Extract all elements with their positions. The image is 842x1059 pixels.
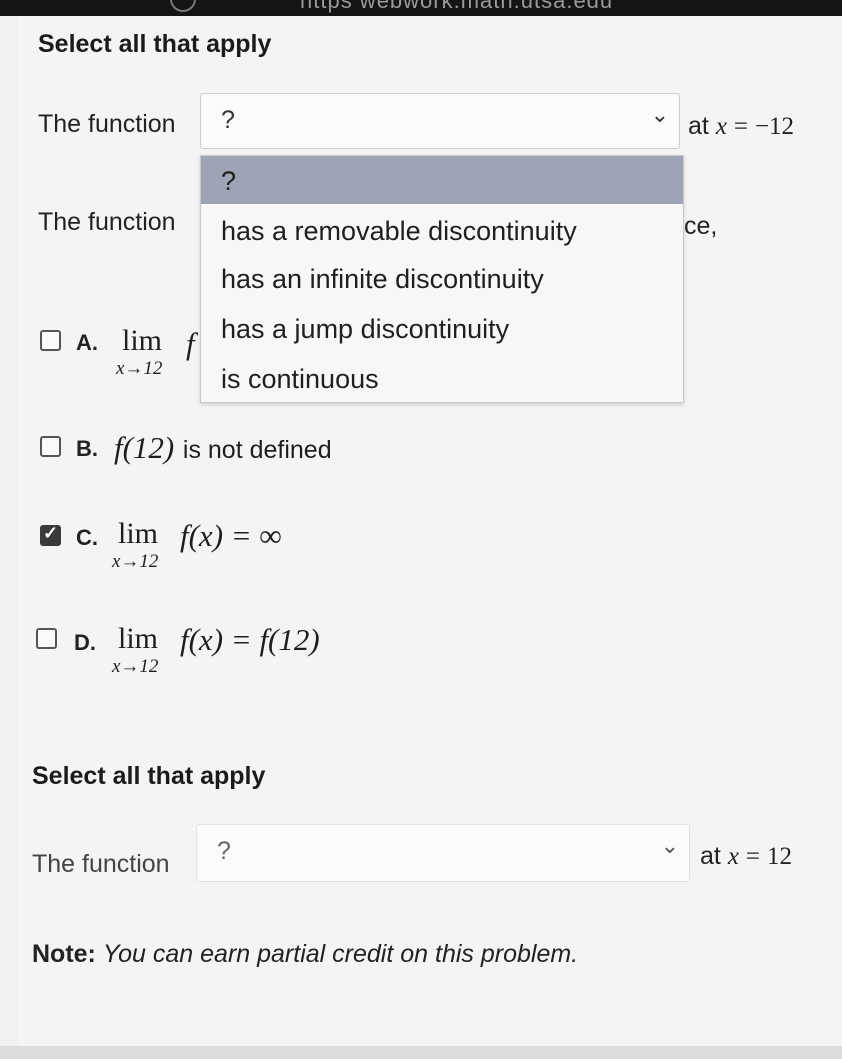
dropdown-option-label: has an infinite discontinuity bbox=[221, 264, 544, 294]
note: Note: You can earn partial credit on thi… bbox=[32, 940, 578, 969]
dropdown-option-continuous[interactable]: is continuous bbox=[201, 354, 683, 402]
choice-d-checkbox[interactable] bbox=[36, 628, 57, 649]
part1-at-var: x bbox=[715, 113, 727, 140]
bottom-edge bbox=[0, 1046, 842, 1059]
chevron-down-icon: ⌄ bbox=[650, 102, 669, 127]
part3-function-select[interactable]: ? ⌄ bbox=[196, 824, 690, 882]
part3-select-value: ? bbox=[217, 837, 231, 865]
dropdown-option-removable[interactable]: has a removable discontinuity bbox=[201, 206, 683, 254]
part3-at-eq: = bbox=[745, 843, 760, 870]
choice-c-lim-sub: x→12 bbox=[112, 551, 159, 572]
choice-d-limit: lim x→12 bbox=[112, 622, 159, 677]
dropdown-option-label: has a removable discontinuity bbox=[221, 216, 577, 246]
part1-at-point: at x = −12 bbox=[688, 112, 794, 141]
choice-d-lim: lim bbox=[118, 622, 159, 655]
dropdown-option-placeholder[interactable]: ? bbox=[201, 156, 683, 204]
dropdown-option-label: has a jump discontinuity bbox=[221, 314, 510, 344]
choice-b-checkbox[interactable] bbox=[40, 436, 61, 457]
choice-c-checkbox[interactable]: ✓ bbox=[40, 523, 61, 546]
part1-heading: Select all that apply bbox=[38, 30, 272, 58]
dropdown-option-label: ? bbox=[221, 166, 237, 196]
part3-at-point: at x = 12 bbox=[700, 842, 792, 871]
part1-select-value: ? bbox=[221, 106, 235, 134]
choice-a-lim-sub: x→12 bbox=[116, 358, 163, 379]
function-dropdown-menu: ? has a removable discontinuity has an i… bbox=[200, 155, 684, 403]
checkmark-icon: ✓ bbox=[43, 523, 59, 543]
browser-top-bar: https webwork.math.utsa.edu bbox=[0, 0, 842, 16]
dropdown-option-infinite[interactable]: has an infinite discontinuity bbox=[201, 254, 683, 302]
choice-c-expression: f(x) = ∞ bbox=[180, 518, 282, 553]
part2-function-label: The function bbox=[38, 208, 176, 236]
part3-function-label: The function bbox=[32, 850, 170, 878]
choice-d-expression: f(x) = f(12) bbox=[180, 622, 320, 657]
part3-at-value: 12 bbox=[766, 843, 792, 870]
part2-trailing-text: ce, bbox=[684, 212, 718, 240]
dropdown-option-label: is continuous bbox=[221, 364, 379, 394]
choice-c-limit: lim x→12 bbox=[112, 517, 159, 572]
choice-b-text: is not defined bbox=[182, 436, 332, 464]
choice-a-letter: A. bbox=[76, 330, 98, 355]
choice-a-checkbox[interactable] bbox=[40, 330, 61, 351]
choice-c-lim: lim bbox=[118, 517, 159, 550]
choice-d-lim-sub: x→12 bbox=[112, 656, 159, 677]
chevron-down-icon: ⌄ bbox=[660, 833, 679, 858]
choice-a-limit: lim x→12 bbox=[116, 324, 163, 379]
part1-function-label: The function bbox=[38, 110, 176, 138]
part3-at-var: x bbox=[727, 843, 739, 870]
part1-function-select[interactable]: ? ⌄ bbox=[200, 93, 680, 149]
choice-a-expression: f bbox=[186, 326, 195, 361]
browser-url[interactable]: https webwork.math.utsa.edu bbox=[300, 0, 613, 14]
note-text: You can earn partial credit on this prob… bbox=[102, 940, 579, 968]
dropdown-option-jump[interactable]: has a jump discontinuity bbox=[201, 304, 683, 352]
choice-b-math: f(12) bbox=[114, 430, 175, 465]
part1-at-text: at bbox=[688, 112, 709, 140]
choice-a-lim: lim bbox=[122, 324, 163, 357]
part1-at-value: −12 bbox=[754, 113, 795, 140]
choice-c-letter: C. bbox=[76, 525, 98, 550]
part1-at-eq: = bbox=[733, 113, 748, 140]
browser-tab-icon bbox=[170, 0, 196, 12]
part3-heading: Select all that apply bbox=[32, 762, 266, 790]
choice-d-letter: D. bbox=[74, 630, 96, 655]
choice-b-letter: B. bbox=[76, 436, 98, 461]
part3-at-text: at bbox=[700, 842, 721, 870]
note-label: Note: bbox=[32, 940, 96, 968]
choice-b-expression: f(12) is not defined bbox=[114, 430, 332, 466]
